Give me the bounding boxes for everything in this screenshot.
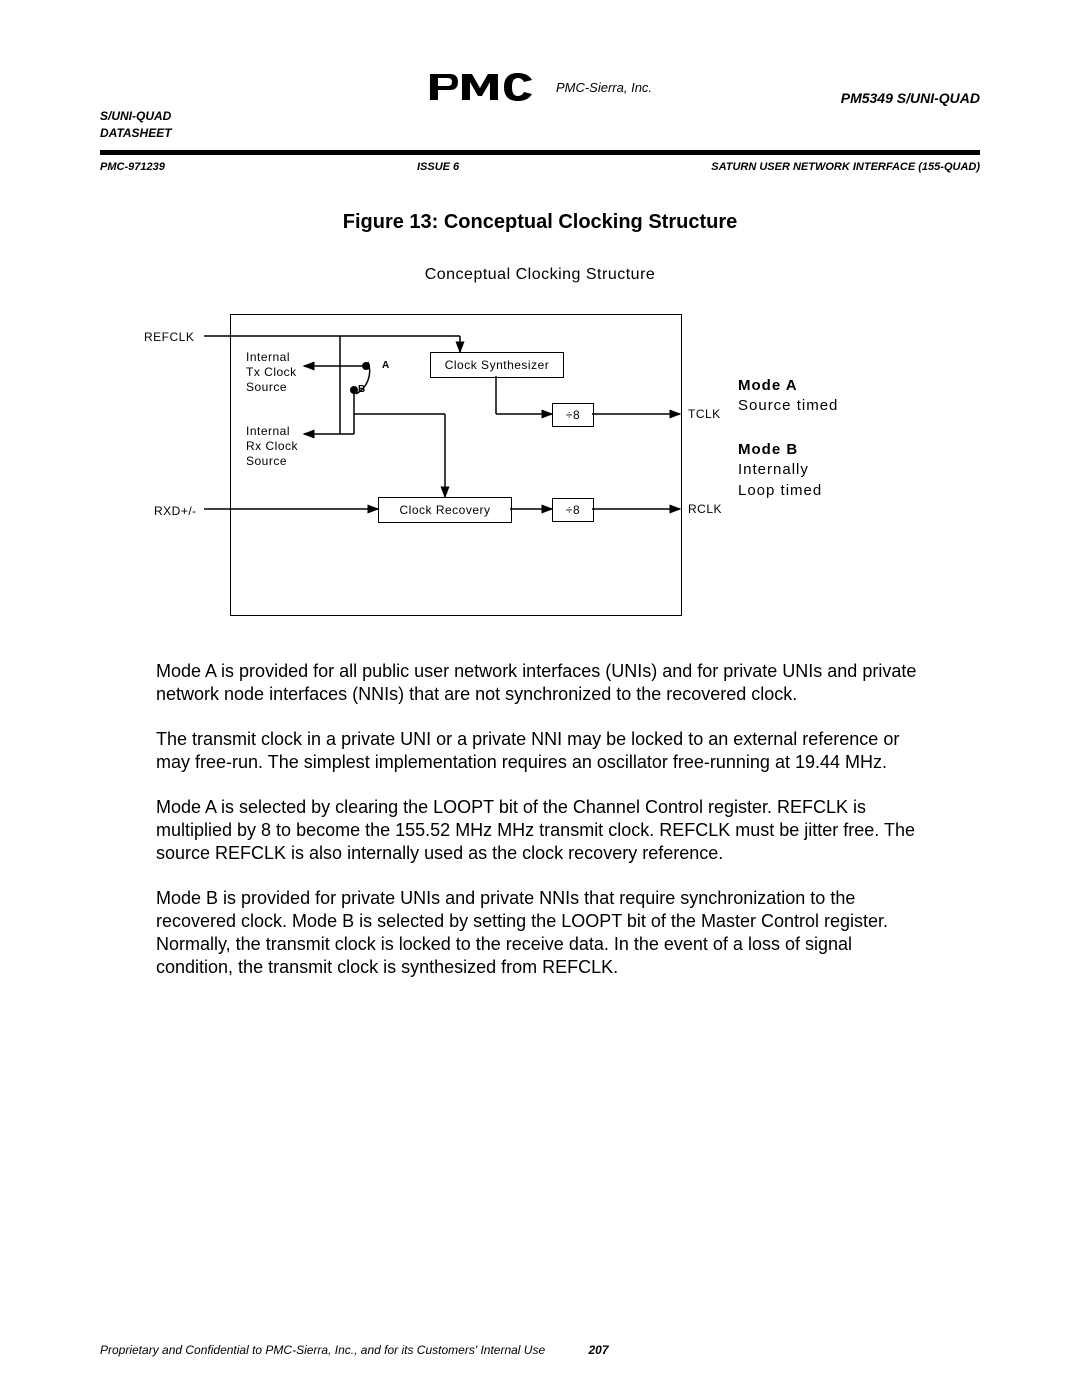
pmc-logo-icon (428, 70, 548, 104)
figure-subtitle: Conceptual Clocking Structure (100, 266, 980, 284)
mode-a-text: Mode A Source timed (738, 376, 838, 417)
subheader: PMC-971239 ISSUE 6 SATURN USER NETWORK I… (100, 161, 980, 173)
paragraph-4: Mode B is provided for private UNIs and … (156, 887, 924, 979)
header: S/UNI-QUAD DATASHEET PMC-Sierra, Inc. PM… (100, 70, 980, 150)
body-text: Mode A is provided for all public user n… (156, 660, 924, 979)
header-rule (100, 150, 980, 155)
header-left: S/UNI-QUAD DATASHEET (100, 108, 172, 142)
rclk-label: RCLK (688, 502, 722, 516)
page: S/UNI-QUAD DATASHEET PMC-Sierra, Inc. PM… (0, 0, 1080, 1397)
footer-text: Proprietary and Confidential to PMC-Sier… (100, 1343, 545, 1357)
issue-number: ISSUE 6 (417, 161, 459, 173)
refclk-label: REFCLK (144, 330, 194, 344)
int-tx-label: Internal Tx Clock Source (246, 350, 297, 395)
doc-number: PMC-971239 (100, 161, 165, 173)
div8-top-block: ÷8 (552, 403, 594, 427)
clock-synthesizer-block: Clock Synthesizer (430, 352, 564, 378)
header-right: PM5349 S/UNI-QUAD (841, 90, 980, 106)
paragraph-3: Mode A is selected by clearing the LOOPT… (156, 796, 924, 865)
mode-b-name: Mode B (738, 440, 822, 460)
mode-a-name: Mode A (738, 376, 838, 396)
header-center: PMC-Sierra, Inc. (428, 70, 652, 104)
product-name: S/UNI-QUAD (100, 108, 172, 125)
paragraph-1: Mode A is provided for all public user n… (156, 660, 924, 706)
page-number: 207 (589, 1343, 609, 1357)
rxd-label: RXD+/- (154, 504, 197, 518)
sel-a-label: A (382, 360, 390, 371)
figure-title: Figure 13: Conceptual Clocking Structure (100, 211, 980, 234)
company-name: PMC-Sierra, Inc. (556, 80, 652, 95)
doc-title: SATURN USER NETWORK INTERFACE (155-QUAD) (711, 161, 980, 173)
mode-b-desc2: Loop timed (738, 481, 822, 501)
tclk-label: TCLK (688, 407, 721, 421)
clock-recovery-block: Clock Recovery (378, 497, 512, 523)
div8-bottom-block: ÷8 (552, 498, 594, 522)
footer: Proprietary and Confidential to PMC-Sier… (100, 1343, 980, 1357)
mode-b-text: Mode B Internally Loop timed (738, 440, 822, 501)
mode-a-desc: Source timed (738, 396, 838, 416)
paragraph-2: The transmit clock in a private UNI or a… (156, 728, 924, 774)
clocking-diagram: REFCLK RXD+/- Internal Tx Clock Source I… (120, 304, 960, 634)
doc-type: DATASHEET (100, 125, 172, 142)
sel-b-label: B (358, 384, 366, 395)
int-rx-label: Internal Rx Clock Source (246, 424, 298, 469)
mode-b-desc1: Internally (738, 460, 822, 480)
